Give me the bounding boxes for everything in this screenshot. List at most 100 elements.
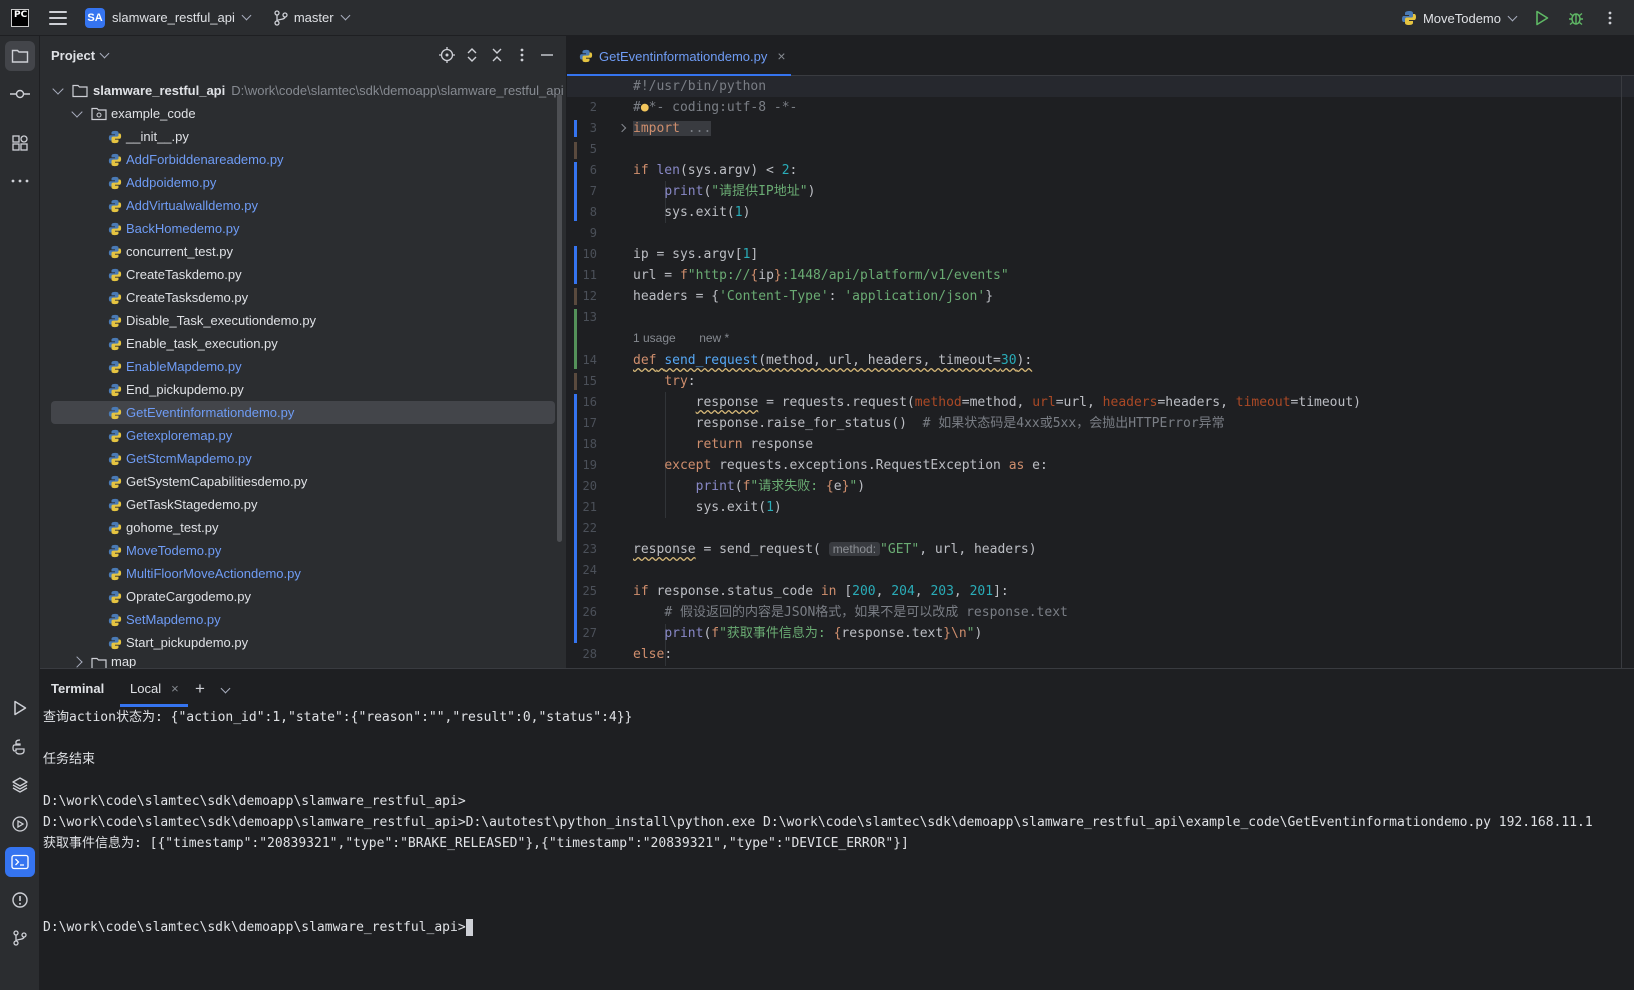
collapse-all-button[interactable] xyxy=(488,46,506,64)
more-tools-button[interactable] xyxy=(5,166,35,196)
locate-file-button[interactable] xyxy=(438,46,456,64)
new-terminal-plus-icon[interactable]: + xyxy=(195,679,205,699)
run-icon xyxy=(1536,10,1549,26)
tree-file-row[interactable]: Getexploremap.py xyxy=(40,424,566,447)
close-tab-icon[interactable]: × xyxy=(777,48,785,64)
python-file-icon xyxy=(579,49,593,63)
tree-folder-row[interactable]: map xyxy=(40,654,566,668)
layers-icon xyxy=(12,777,28,793)
editor-scrollbar[interactable] xyxy=(1621,76,1622,668)
line-number: 16 xyxy=(582,395,597,409)
tree-file-row[interactable]: CreateTaskdemo.py xyxy=(40,263,566,286)
root-folder-name: slamware_restful_api xyxy=(93,83,226,98)
param-hint-method: method: xyxy=(828,542,881,556)
python-file-icon xyxy=(108,636,122,649)
author-hint[interactable]: new * xyxy=(699,331,729,345)
expand-all-button[interactable] xyxy=(463,46,481,64)
project-panel-title[interactable]: Project xyxy=(51,48,95,63)
line-number: 23 xyxy=(582,542,597,556)
fold-chevron-icon[interactable] xyxy=(617,123,627,133)
run-button[interactable] xyxy=(1532,8,1552,28)
chevron-down-icon[interactable] xyxy=(52,82,64,95)
tree-file-row[interactable]: Disable_Task_executiondemo.py xyxy=(40,309,566,332)
tab-file-name: GetEventinformationdemo.py xyxy=(599,48,768,64)
tree-file-row[interactable]: BackHomedemo.py xyxy=(40,217,566,240)
terminal-tab-local[interactable]: Local × xyxy=(120,669,188,707)
usage-hint[interactable]: 1 usage xyxy=(633,331,676,345)
vcs-branch-switcher[interactable]: master xyxy=(274,9,351,26)
tree-folder-row[interactable]: example_code xyxy=(40,102,566,125)
tree-file-row[interactable]: MoveTodemo.py xyxy=(40,539,566,562)
main-menu-button[interactable] xyxy=(49,10,67,25)
python-console-button[interactable] xyxy=(5,732,35,762)
debug-button[interactable] xyxy=(1566,8,1586,28)
tree-file-row[interactable]: concurrent_test.py xyxy=(40,240,566,263)
chevron-down-icon[interactable] xyxy=(71,105,83,118)
tree-file-row[interactable]: Start_pickupdemo.py xyxy=(40,631,566,654)
tree-file-row[interactable]: Enable_task_execution.py xyxy=(40,332,566,355)
python-packages-button[interactable] xyxy=(5,770,35,800)
chevron-down-icon xyxy=(1507,11,1518,21)
close-tab-icon[interactable]: × xyxy=(171,681,179,696)
tree-file-row[interactable]: End_pickupdemo.py xyxy=(40,378,566,401)
tree-file-row[interactable]: AddVirtualwalldemo.py xyxy=(40,194,566,217)
tree-file-row[interactable]: AddForbiddenareademo.py xyxy=(40,148,566,171)
run-configuration-selector[interactable]: MoveTodemo xyxy=(1401,10,1518,26)
more-actions-button[interactable] xyxy=(1600,8,1620,28)
line-number: 21 xyxy=(582,500,597,514)
problems-tool-button[interactable] xyxy=(5,885,35,915)
services-tool-button[interactable] xyxy=(5,809,35,839)
tree-file-row[interactable]: gohome_test.py xyxy=(40,516,566,539)
expand-icon xyxy=(467,48,477,62)
code-line-3: import ... xyxy=(633,121,712,136)
file-name: gohome_test.py xyxy=(126,520,219,535)
code-line-19: except requests.exceptions.RequestExcept… xyxy=(664,458,1048,473)
python-file-icon xyxy=(108,429,122,442)
tree-file-row[interactable]: SetMapdemo.py xyxy=(40,608,566,631)
python-file-icon xyxy=(108,498,122,511)
terminal-tool-button[interactable] xyxy=(5,847,35,877)
file-name: Disable_Task_executiondemo.py xyxy=(126,313,317,328)
tree-file-row[interactable]: __init__.py xyxy=(40,125,566,148)
editor-tab-bar: GetEventinformationdemo.py × xyxy=(567,36,1634,77)
chevron-right-icon[interactable] xyxy=(71,656,83,668)
tree-file-row[interactable]: GetSystemCapabilitiesdemo.py xyxy=(40,470,566,493)
tree-file-row[interactable]: GetStcmMapdemo.py xyxy=(40,447,566,470)
tree-file-row[interactable]: CreateTasksdemo.py xyxy=(40,286,566,309)
terminal-line: D:\work\code\slamtec\sdk\demoapp\slamwar… xyxy=(43,917,473,938)
terminal-line: D:\work\code\slamtec\sdk\demoapp\slamwar… xyxy=(43,812,1593,833)
options-button[interactable] xyxy=(513,46,531,64)
git-branch-icon xyxy=(274,9,288,26)
tree-file-row[interactable]: OprateCargodemo.py xyxy=(40,585,566,608)
file-name: __init__.py xyxy=(126,129,189,144)
tree-file-row[interactable]: GetTaskStagedemo.py xyxy=(40,493,566,516)
structure-tool-button[interactable] xyxy=(5,128,35,158)
git-tool-button[interactable] xyxy=(5,923,35,953)
chevron-down-icon[interactable] xyxy=(99,48,110,58)
pycharm-logo-icon: PC xyxy=(11,8,29,27)
python-file-icon xyxy=(108,337,122,350)
project-switcher[interactable]: SA slamware_restful_api xyxy=(85,7,252,28)
more-horizontal-icon xyxy=(11,179,29,183)
terminal-options-button[interactable] xyxy=(220,680,231,695)
lightbulb-icon[interactable]: ● xyxy=(641,100,649,115)
file-name: OprateCargodemo.py xyxy=(126,589,252,604)
tree-file-row-selected[interactable]: GetEventinformationdemo.py xyxy=(51,401,555,424)
code-line-14: def send_request(method, url, headers, t… xyxy=(633,353,1033,368)
editor-tab-active[interactable]: GetEventinformationdemo.py × xyxy=(567,36,791,77)
tree-file-row[interactable]: MultiFloorMoveActiondemo.py xyxy=(40,562,566,585)
python-file-icon xyxy=(108,291,122,304)
minimize-icon xyxy=(541,54,553,56)
tree-file-row[interactable]: Addpoidemo.py xyxy=(40,171,566,194)
commit-tool-button[interactable] xyxy=(5,79,35,109)
hide-panel-button[interactable] xyxy=(538,46,556,64)
python-file-icon xyxy=(108,153,122,166)
python-file-icon xyxy=(108,314,122,327)
code-line-18: return response xyxy=(695,437,814,452)
run-tool-button[interactable] xyxy=(5,693,35,723)
project-scrollbar[interactable] xyxy=(557,94,562,542)
project-tool-button[interactable] xyxy=(5,41,35,71)
tree-root-row[interactable]: slamware_restful_api D:\work\code\slamte… xyxy=(40,79,566,102)
code-line-21: sys.exit(1) xyxy=(633,500,782,515)
tree-file-row[interactable]: EnableMapdemo.py xyxy=(40,355,566,378)
